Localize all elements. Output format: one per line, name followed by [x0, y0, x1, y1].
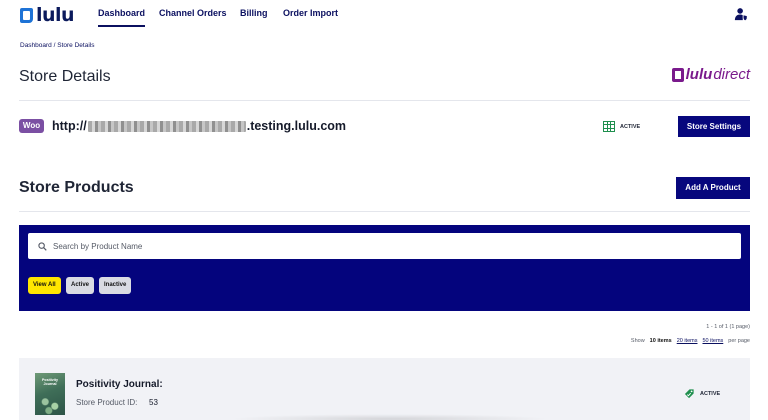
- product-id-label: Store Product ID:: [76, 398, 138, 407]
- book-cover-image: Positivity Journal: [35, 373, 65, 415]
- divider: [19, 100, 750, 101]
- lulu-logo[interactable]: lulu: [20, 4, 75, 26]
- grid-status-icon: [603, 121, 615, 132]
- page-size-current: 10 items: [649, 338, 672, 344]
- store-url-suffix: .testing.lulu.com: [246, 119, 347, 133]
- search-box[interactable]: [28, 233, 741, 259]
- page-size-20[interactable]: 20 items: [677, 338, 698, 344]
- search-icon: [38, 241, 47, 251]
- filter-active[interactable]: Active: [66, 277, 95, 294]
- filter-view-all[interactable]: View All: [28, 277, 61, 294]
- top-nav: lulu Dashboard Channel Orders Billing Or…: [0, 0, 768, 30]
- bottom-fade: [230, 414, 550, 420]
- nav-order-import[interactable]: Order Import: [283, 8, 338, 18]
- page-size-50[interactable]: 50 items: [702, 338, 723, 344]
- page-title: Store Details: [19, 68, 111, 85]
- per-page-label: per page: [728, 338, 750, 344]
- woocommerce-icon: Woo: [19, 119, 44, 133]
- user-shield-icon[interactable]: [734, 7, 748, 21]
- store-url-prefix: http://: [52, 119, 87, 133]
- product-card[interactable]: Positivity Journal Positivity Journal: S…: [19, 358, 750, 420]
- url-redacted: [87, 120, 246, 132]
- tag-icon: [684, 389, 694, 399]
- lulu-logo-icon: [20, 7, 33, 23]
- lulu-direct-icon: [671, 67, 684, 82]
- book-cover-title: Positivity Journal: [42, 378, 58, 387]
- page-size-selector: Show 10 items 20 items 50 items per page: [631, 338, 750, 344]
- breadcrumb: Dashboard / Store Details: [20, 42, 94, 49]
- search-input[interactable]: [53, 241, 741, 251]
- store-products-title: Store Products: [19, 179, 134, 196]
- breadcrumb-dashboard[interactable]: Dashboard: [20, 42, 52, 49]
- lulu-direct-lulu: lulu: [685, 66, 713, 83]
- product-status: ACTIVE: [684, 388, 720, 399]
- show-label: Show: [630, 338, 645, 344]
- store-status-label: ACTIVE: [620, 123, 641, 130]
- product-status-label: ACTIVE: [700, 390, 721, 397]
- lulu-direct-direct: direct: [713, 66, 750, 83]
- pagination-summary: 1 - 1 of 1 (1 page): [706, 324, 750, 330]
- filter-inactive[interactable]: Inactive: [99, 277, 132, 294]
- search-panel: View All Active Inactive: [19, 225, 750, 311]
- nav-channel-orders[interactable]: Channel Orders: [159, 8, 227, 18]
- breadcrumb-separator: /: [53, 42, 56, 49]
- lulu-direct-logo: lulu direct: [671, 66, 750, 83]
- divider: [19, 211, 750, 212]
- product-name[interactable]: Positivity Journal:: [76, 379, 163, 390]
- add-product-button[interactable]: Add A Product: [676, 177, 750, 199]
- store-status: ACTIVE: [603, 121, 640, 132]
- product-id: 53: [149, 398, 158, 407]
- nav-dashboard[interactable]: Dashboard: [98, 8, 146, 27]
- store-url[interactable]: http:// .testing.lulu.com: [52, 119, 346, 133]
- breadcrumb-store-details: Store Details: [57, 42, 95, 49]
- nav-billing[interactable]: Billing: [240, 8, 268, 18]
- logo-text: lulu: [36, 4, 75, 26]
- store-settings-button[interactable]: Store Settings: [678, 116, 750, 137]
